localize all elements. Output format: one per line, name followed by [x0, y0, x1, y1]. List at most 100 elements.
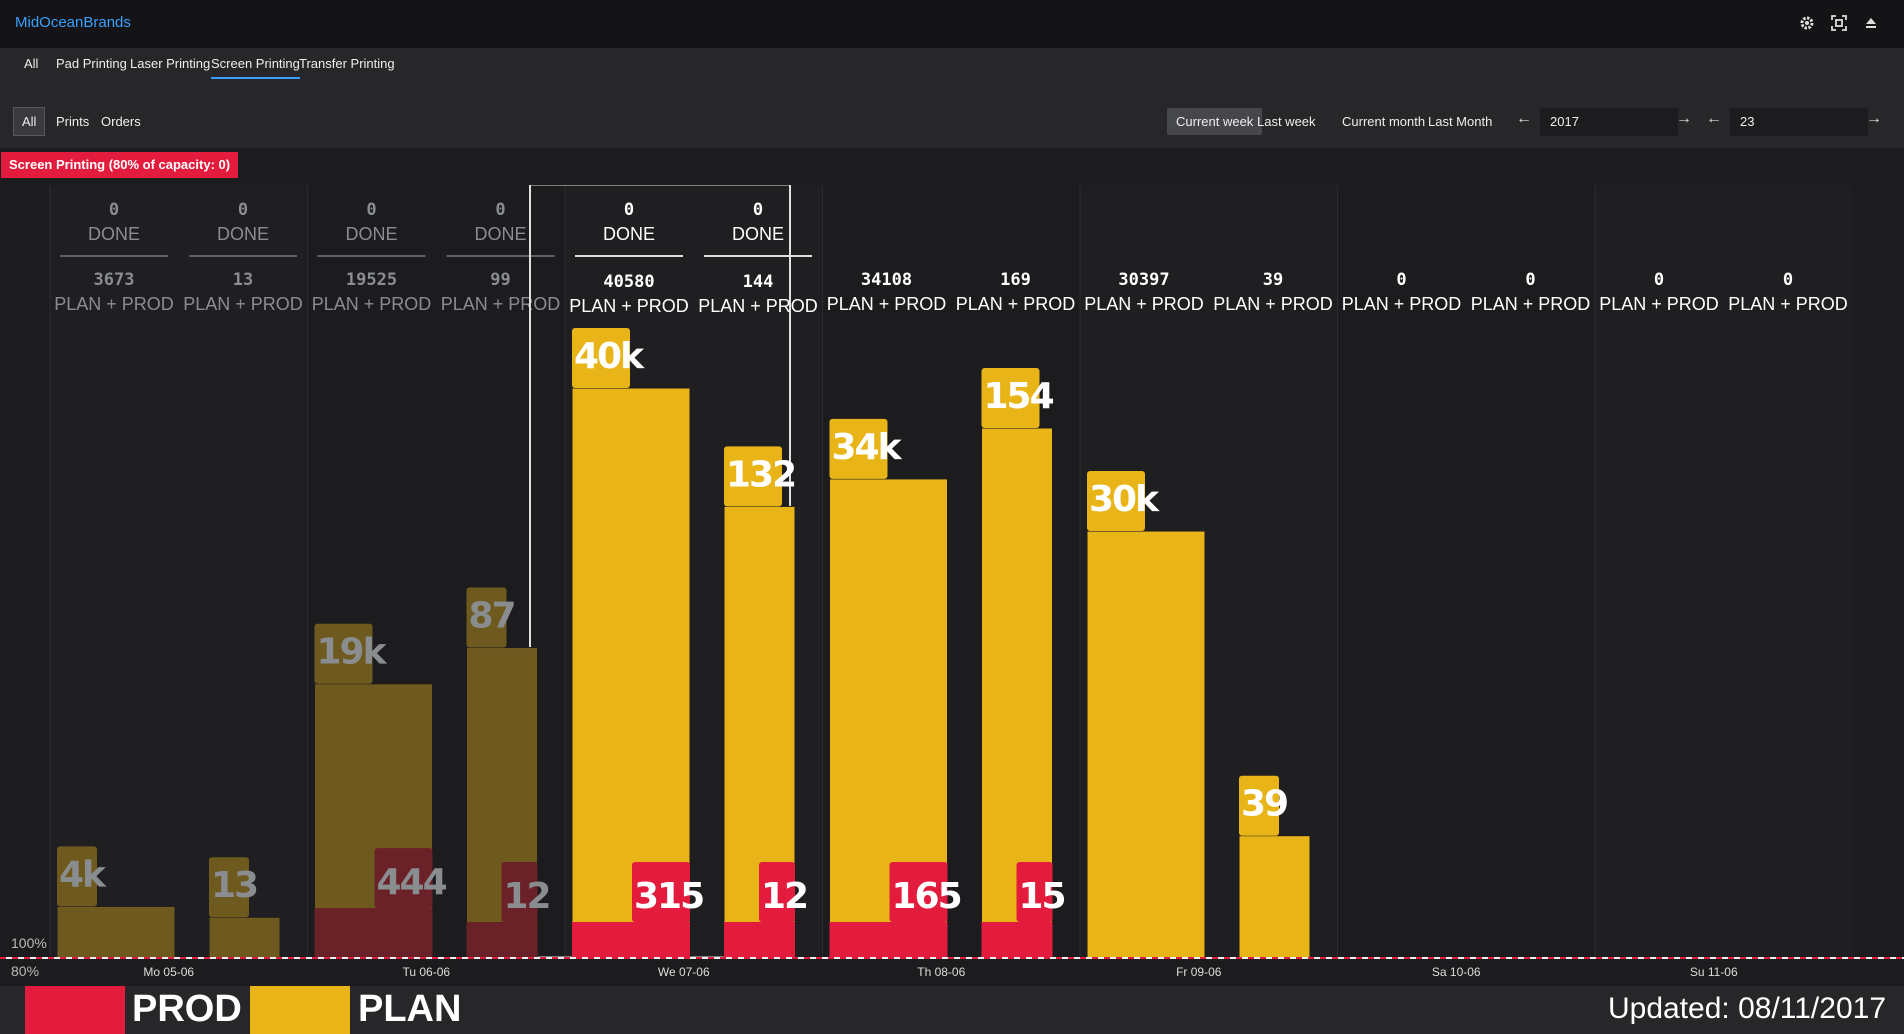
prod-data-label: 15	[1019, 876, 1065, 917]
top-icons	[1798, 14, 1880, 32]
range-last-week[interactable]: Last week	[1248, 108, 1325, 135]
reference-label-80: 80%	[11, 963, 39, 979]
plan-bar	[56, 905, 176, 959]
done-value: 0	[366, 200, 376, 220]
plan-prod-value: 30397	[1118, 270, 1169, 290]
plan-prod-label: PLAN + PROD	[183, 294, 303, 314]
plan-bar	[1086, 530, 1206, 959]
plan-prod-value: 34108	[861, 270, 912, 290]
done-value: 0	[624, 200, 634, 220]
done-label: DONE	[88, 224, 140, 244]
plan-prod-label: PLAN + PROD	[312, 294, 432, 314]
plan-prod-label: PLAN + PROD	[1728, 294, 1848, 314]
plan-prod-label: PLAN + PROD	[441, 294, 561, 314]
plan-bar	[1238, 835, 1311, 959]
brand-logo[interactable]: MidOceanBrands	[15, 14, 131, 31]
plan-prod-label: PLAN + PROD	[827, 294, 947, 314]
plan-prod-label: PLAN + PROD	[1084, 294, 1204, 314]
plan-data-label: 87	[469, 596, 515, 637]
prod-data-label: 12	[761, 876, 807, 917]
legend-prod-label: PROD	[132, 988, 242, 1030]
plan-data-label: 34k	[832, 427, 903, 468]
top-bar: MidOceanBrands	[0, 0, 1904, 48]
tab-screen-printing[interactable]: Screen Printing	[211, 56, 300, 79]
plan-data-label: 132	[726, 454, 795, 495]
plan-prod-label: PLAN + PROD	[956, 294, 1076, 314]
week-input[interactable]: 23	[1730, 108, 1868, 136]
filter-all[interactable]: All	[12, 107, 46, 136]
plan-data-label: 4k	[59, 854, 107, 895]
prod-data-label: 444	[377, 862, 447, 903]
plan-data-label: 39	[1241, 784, 1287, 825]
plan-prod-value: 13	[233, 270, 253, 290]
done-value: 0	[753, 200, 763, 220]
plan-data-label: 40k	[574, 336, 645, 377]
updated-timestamp: Updated: 08/11/2017	[1607, 992, 1886, 1025]
prod-data-label: 315	[634, 876, 703, 917]
plan-prod-label: PLAN + PROD	[1213, 294, 1333, 314]
week-prev-arrow-icon[interactable]: ←	[1706, 110, 1722, 128]
plan-data-label: 154	[984, 376, 1054, 417]
done-label: DONE	[732, 224, 784, 244]
fullscreen-icon[interactable]	[1830, 14, 1848, 32]
year-input[interactable]: 2017	[1540, 108, 1678, 136]
prod-bar	[981, 922, 1053, 958]
legend-plan-swatch	[250, 986, 350, 1034]
filter-bar: All Prints Orders Current week Last week…	[0, 84, 1904, 148]
footer-legend: PROD PLAN Updated: 08/11/2017	[0, 986, 1904, 1034]
plan-bar	[208, 916, 281, 959]
done-label: DONE	[603, 224, 655, 244]
plan-prod-value: 144	[743, 272, 774, 292]
filter-prints[interactable]: Prints	[48, 108, 97, 135]
tab-transfer-printing[interactable]: Transfer Printing	[299, 56, 395, 77]
plan-prod-label: PLAN + PROD	[698, 296, 818, 316]
prod-data-label: 165	[892, 876, 961, 917]
x-tick-label: Mo 05-06	[143, 965, 194, 979]
eject-icon[interactable]	[1862, 14, 1880, 32]
x-tick-label: We 07-06	[658, 965, 710, 979]
tab-pad-printing[interactable]: Pad Printing	[56, 56, 127, 77]
prod-bar	[572, 922, 690, 958]
plan-data-label: 30k	[1089, 479, 1160, 520]
filter-orders[interactable]: Orders	[93, 108, 149, 135]
range-last-month[interactable]: Last Month	[1419, 108, 1501, 135]
gear-icon[interactable]	[1798, 14, 1816, 32]
plan-prod-value: 39	[1263, 270, 1283, 290]
prod-bar	[724, 922, 795, 958]
year-next-arrow-icon[interactable]: →	[1676, 110, 1692, 128]
done-value: 0	[238, 200, 248, 220]
plan-prod-label: PLAN + PROD	[1342, 294, 1462, 314]
prod-data-label: 12	[504, 876, 550, 917]
printing-tabs: All Pad Printing Laser Printing Screen P…	[0, 48, 1904, 84]
capacity-badge: Screen Printing (80% of capacity: 0)	[1, 152, 239, 178]
plan-prod-value: 3673	[94, 270, 135, 290]
tab-all[interactable]: All	[24, 56, 38, 77]
prod-bar	[314, 908, 433, 958]
x-tick-label: Su 11-06	[1690, 965, 1738, 979]
x-tick-label: Fr 09-06	[1176, 965, 1222, 979]
plan-prod-label: PLAN + PROD	[54, 294, 174, 314]
done-value: 0	[109, 200, 119, 220]
x-tick-label: Sa 10-06	[1432, 965, 1481, 979]
production-chart: 0 DONE 3673 PLAN + PROD 0 DONE 13 PLAN + PROD 0 D…	[0, 185, 1904, 979]
plan-prod-value: 0	[1396, 270, 1406, 290]
plan-prod-value: 99	[490, 270, 510, 290]
plan-data-label: 19k	[317, 632, 388, 673]
x-tick-label: Tu 06-06	[402, 965, 450, 979]
plan-prod-value: 0	[1654, 270, 1664, 290]
plan-prod-label: PLAN + PROD	[569, 296, 689, 316]
plan-prod-label: PLAN + PROD	[1599, 294, 1719, 314]
plan-prod-value: 40580	[603, 272, 654, 292]
plan-prod-value: 19525	[346, 270, 397, 290]
plan-data-label: 13	[211, 865, 257, 906]
year-prev-arrow-icon[interactable]: ←	[1516, 110, 1532, 128]
prod-bar	[829, 922, 948, 958]
plan-prod-value: 169	[1000, 270, 1031, 290]
tab-laser-printing[interactable]: Laser Printing	[130, 56, 210, 77]
plan-prod-value: 0	[1525, 270, 1535, 290]
week-next-arrow-icon[interactable]: →	[1866, 110, 1882, 128]
done-label: DONE	[345, 224, 397, 244]
plan-prod-value: 0	[1783, 270, 1793, 290]
legend-prod-swatch	[25, 986, 125, 1034]
done-label: DONE	[217, 224, 269, 244]
